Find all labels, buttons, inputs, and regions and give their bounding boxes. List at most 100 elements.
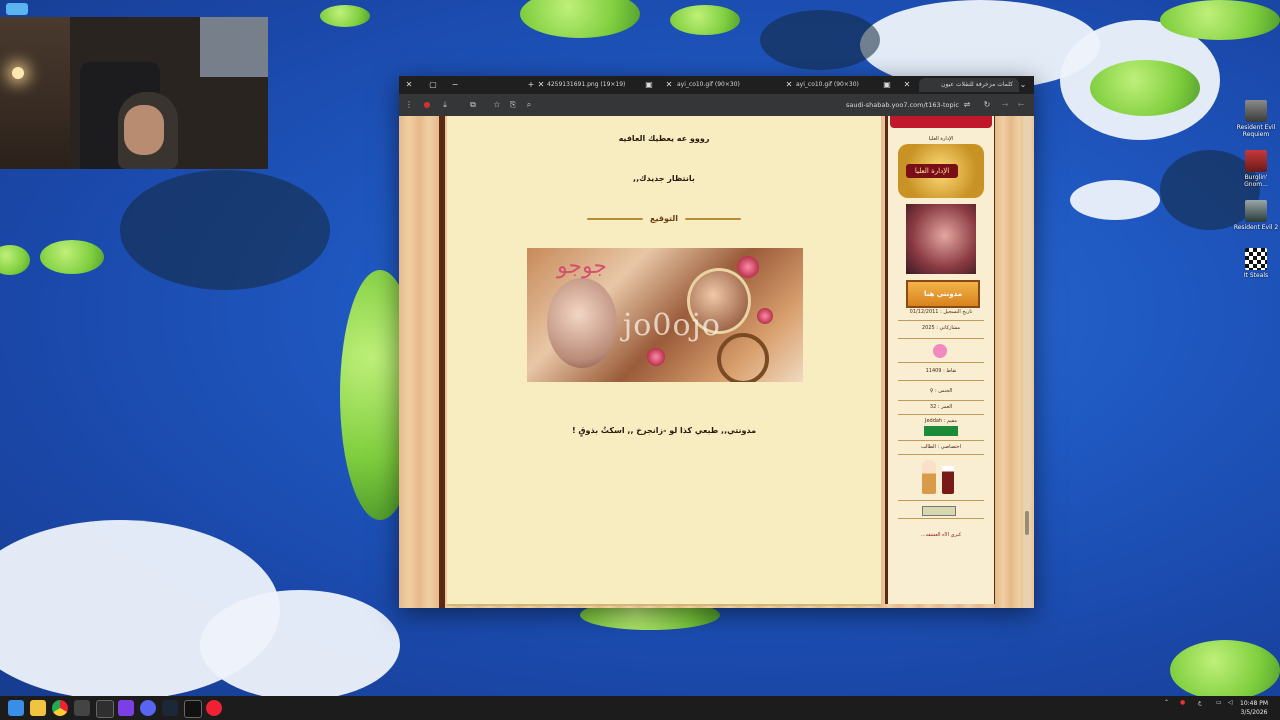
app-icon[interactable] <box>74 700 90 716</box>
divider <box>898 500 984 501</box>
blog-button[interactable]: مدونتي هنا <box>906 280 980 308</box>
lily-pad <box>520 0 640 38</box>
tab-bar: ✕ ▢ − + ✕ 4259131691.png (19×19) ▣ ✕ ayi… <box>399 76 1034 94</box>
banner-arabic-text: جوجو <box>557 254 607 279</box>
maximize-icon[interactable]: ▢ <box>427 78 439 92</box>
rose-icon <box>757 308 773 324</box>
address-bar[interactable]: saudi-shabab.yoo7.com/t163-topic <box>799 98 959 112</box>
post-text-line: بانتظار جديدك,, <box>633 174 695 183</box>
desktop-icon-label: Resident Evil 2 <box>1233 224 1279 231</box>
corner-app-icon[interactable] <box>6 3 28 15</box>
taskbar-clock[interactable]: 10:48 PM 3/5/2026 <box>1240 699 1268 717</box>
tab-search-icon[interactable]: ⌄ <box>1017 78 1029 92</box>
tray-chevron-icon[interactable]: ⌃ <box>1164 699 1169 706</box>
signature-quote: كبري الآه العشقه... <box>920 532 962 538</box>
forward-icon[interactable]: → <box>999 98 1011 112</box>
tab-active-forum[interactable]: كلمات مزخرفة للنقلات عيون <box>919 78 1019 92</box>
browser-window: ✕ ▢ − + ✕ 4259131691.png (19×19) ▣ ✕ ayi… <box>399 76 1034 608</box>
divider <box>898 454 984 455</box>
desktop-icon-resident-evil-requiem[interactable]: Resident Evil Requiem <box>1232 100 1280 138</box>
bookmark-star-icon[interactable]: ☆ <box>491 98 503 112</box>
download-icon[interactable]: ⤓ <box>439 98 451 112</box>
chrome-icon[interactable] <box>52 700 68 716</box>
tab-close-icon[interactable]: ✕ <box>783 78 795 92</box>
terminal-icon[interactable] <box>96 700 114 718</box>
steam-icon[interactable] <box>162 700 178 716</box>
lily-pad <box>670 5 740 35</box>
rank-badge-label: الإدارة العليا <box>906 164 958 178</box>
tab-gif-2[interactable]: ayi_co10.gif (90×30) <box>796 78 859 92</box>
forum-post-body: رووو عه يعطيك العافيه بانتظار جديدك,, ال… <box>447 116 881 606</box>
share-icon[interactable]: ⧉ <box>467 98 479 112</box>
desktop-icon-resident-evil-2[interactable]: Resident Evil 2 <box>1232 200 1280 231</box>
mood-icon <box>922 506 956 516</box>
minimize-icon[interactable]: − <box>449 78 461 92</box>
rank-header: الإدارة العليا <box>928 136 954 142</box>
file-explorer-icon[interactable] <box>30 700 46 716</box>
divider <box>898 338 984 339</box>
drink-icon <box>942 466 954 494</box>
menu-icon[interactable]: ⋮ <box>403 98 415 112</box>
network-icon[interactable]: ▭ <box>1216 699 1222 706</box>
desktop-icon-label: Burglin' Gnom... <box>1244 174 1268 188</box>
mic-icon[interactable]: ● <box>1180 699 1185 706</box>
divider <box>898 320 984 321</box>
screenshot-icon[interactable]: ⎘ <box>507 98 519 112</box>
lily-pad <box>1090 60 1200 116</box>
signature-title: التوقيع <box>650 214 678 223</box>
page-scrollbar[interactable] <box>1023 116 1031 608</box>
tab-image-png[interactable]: 4259131691.png (19×19) <box>547 78 625 92</box>
cloud <box>1070 180 1160 220</box>
lily-pad <box>1160 0 1280 40</box>
game-icon <box>1245 100 1267 122</box>
desktop-icon-label: It Steals <box>1243 272 1269 279</box>
pad-shadow <box>120 170 330 290</box>
webcam-lamp <box>12 67 24 79</box>
desktop-icon-label: Resident Evil Requiem <box>1236 124 1276 138</box>
tab-close-icon[interactable]: ✕ <box>663 78 675 92</box>
scrollbar-thumb[interactable] <box>1025 511 1029 535</box>
desktop-icon-burglin-gnomes[interactable]: Burglin' Gnom... <box>1232 150 1280 188</box>
divider <box>898 380 984 381</box>
app-icon[interactable] <box>118 700 134 716</box>
webcam-background <box>200 17 268 77</box>
page-viewport: رووو عه يعطيك العافيه بانتظار جديدك,, ال… <box>399 116 1034 608</box>
bicycle-wheel-icon <box>717 333 769 382</box>
lily-pad <box>1170 640 1280 696</box>
tab-close-icon[interactable]: ✕ <box>901 78 913 92</box>
browser-toolbar: ⋮ ● ⤓ ⧉ ☆ ⎘ ⌕ saudi-shabab.yoo7.com/t163… <box>399 94 1034 116</box>
zoom-icon[interactable]: ⌕ <box>523 98 535 112</box>
site-info-icon[interactable]: ⇌ <box>961 98 973 112</box>
signature-banner-image: جوجو jo0ojo <box>527 248 803 382</box>
volume-icon[interactable]: ◁ <box>1228 699 1233 706</box>
obs-icon[interactable] <box>206 700 222 716</box>
divider <box>898 440 984 441</box>
language-icon[interactable]: ع <box>1198 699 1202 706</box>
tab-close-icon[interactable]: ✕ <box>535 78 547 92</box>
registration-date: تاريخ التسجيل : 01/12/2011 <box>909 309 973 315</box>
app-icon[interactable] <box>184 700 202 718</box>
taskbar: ⌃ ● ع ▭ ◁ 10:48 PM 3/5/2026 <box>0 696 1280 720</box>
location: مقيم : Jeddah <box>924 418 958 424</box>
extension-icon[interactable]: ● <box>421 98 433 112</box>
rose-icon <box>647 348 665 366</box>
webcam-overlay <box>0 17 268 169</box>
back-icon[interactable]: ← <box>1015 98 1027 112</box>
start-icon[interactable] <box>8 700 24 716</box>
tab-gif-1[interactable]: ayi_co10.gif (90×30) <box>677 78 740 92</box>
close-window-icon[interactable]: ✕ <box>403 78 415 92</box>
points: نقاط : 11409 <box>925 368 957 374</box>
avatar[interactable] <box>906 204 976 274</box>
rose-icon <box>737 256 759 278</box>
divider <box>898 414 984 415</box>
desktop-icon-it-steals[interactable]: It Steals <box>1232 248 1280 279</box>
reload-icon[interactable]: ↻ <box>981 98 993 112</box>
discord-icon[interactable] <box>140 700 156 716</box>
game-icon <box>1245 150 1267 172</box>
game-icon <box>1245 200 1267 222</box>
cloud <box>200 590 400 696</box>
flower-icon <box>933 344 947 358</box>
divider <box>898 400 984 401</box>
sidebar-header-bar <box>890 116 992 128</box>
banner-text: jo0ojo <box>623 308 721 343</box>
